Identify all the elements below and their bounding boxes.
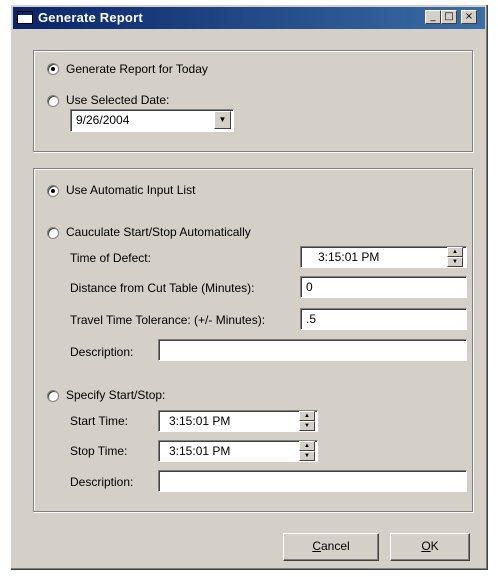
time-of-defect-label: Time of Defect:	[70, 251, 151, 265]
date-dropdown[interactable]: 9/26/2004	[70, 109, 234, 132]
tolerance-field[interactable]: .5	[300, 308, 467, 330]
minimize-button[interactable]: _	[425, 10, 441, 24]
auto-input-radio[interactable]	[47, 185, 59, 197]
stop-time-label: Stop Time:	[70, 444, 128, 458]
selected-date-option-label[interactable]: Use Selected Date:	[66, 93, 169, 107]
cancel-label: ancel	[320, 539, 350, 553]
ok-label: K	[430, 539, 439, 553]
date-dropdown-value: 9/26/2004	[76, 113, 130, 127]
time-of-defect-spinner[interactable]: ▲ ▼	[447, 247, 463, 267]
specify-start-stop-label[interactable]: Specify Start/Stop:	[66, 388, 165, 402]
tolerance-value: .5	[306, 312, 317, 326]
spin-up-icon[interactable]: ▲	[447, 247, 463, 257]
tolerance-label: Travel Time Tolerance: (+/- Minutes):	[70, 313, 266, 327]
spin-down-icon[interactable]: ▼	[299, 421, 315, 431]
ok-mnemonic: O	[421, 539, 431, 553]
app-icon	[17, 11, 33, 24]
start-time-spinner[interactable]: ▲ ▼	[299, 411, 315, 431]
maximize-button[interactable]: □	[441, 10, 457, 24]
calc-start-stop-radio[interactable]	[47, 227, 59, 239]
selected-date-radio[interactable]	[47, 95, 59, 107]
time-of-defect-field[interactable]: 3:15:01 PM	[300, 246, 467, 268]
distance-value: 0	[306, 280, 313, 294]
close-button[interactable]: ×	[461, 10, 477, 24]
calc-start-stop-label[interactable]: Cauculate Start/Stop Automatically	[66, 225, 251, 239]
calc-description-field[interactable]	[158, 339, 467, 361]
auto-input-label[interactable]: Use Automatic Input List	[66, 183, 195, 197]
spin-up-icon[interactable]: ▲	[299, 441, 315, 451]
today-option-label[interactable]: Generate Report for Today	[66, 62, 208, 76]
chevron-down-icon[interactable]: ▼	[214, 111, 231, 129]
time-of-defect-value: 3:15:01 PM	[318, 250, 380, 264]
specify-description-label: Description:	[70, 475, 134, 489]
ok-button[interactable]: OK	[390, 533, 470, 561]
stop-time-value: 3:15:01 PM	[169, 444, 231, 458]
window-title: Generate Report	[38, 10, 143, 25]
distance-label: Distance from Cut Table (Minutes):	[70, 281, 255, 295]
specify-start-stop-radio[interactable]	[47, 390, 59, 402]
start-time-value: 3:15:01 PM	[169, 414, 231, 428]
calc-description-label: Description:	[70, 345, 134, 359]
cancel-button[interactable]: Cancel	[283, 533, 379, 561]
spin-down-icon[interactable]: ▼	[447, 257, 463, 267]
today-radio[interactable]	[47, 63, 59, 75]
cancel-mnemonic: C	[312, 539, 321, 553]
stop-time-field[interactable]: 3:15:01 PM	[158, 440, 318, 462]
distance-field[interactable]: 0	[300, 276, 467, 298]
start-time-label: Start Time:	[70, 414, 129, 428]
specify-description-field[interactable]	[158, 470, 467, 492]
stop-time-spinner[interactable]: ▲ ▼	[299, 441, 315, 461]
spin-down-icon[interactable]: ▼	[299, 451, 315, 461]
start-time-field[interactable]: 3:15:01 PM	[158, 410, 318, 432]
spin-up-icon[interactable]: ▲	[299, 411, 315, 421]
